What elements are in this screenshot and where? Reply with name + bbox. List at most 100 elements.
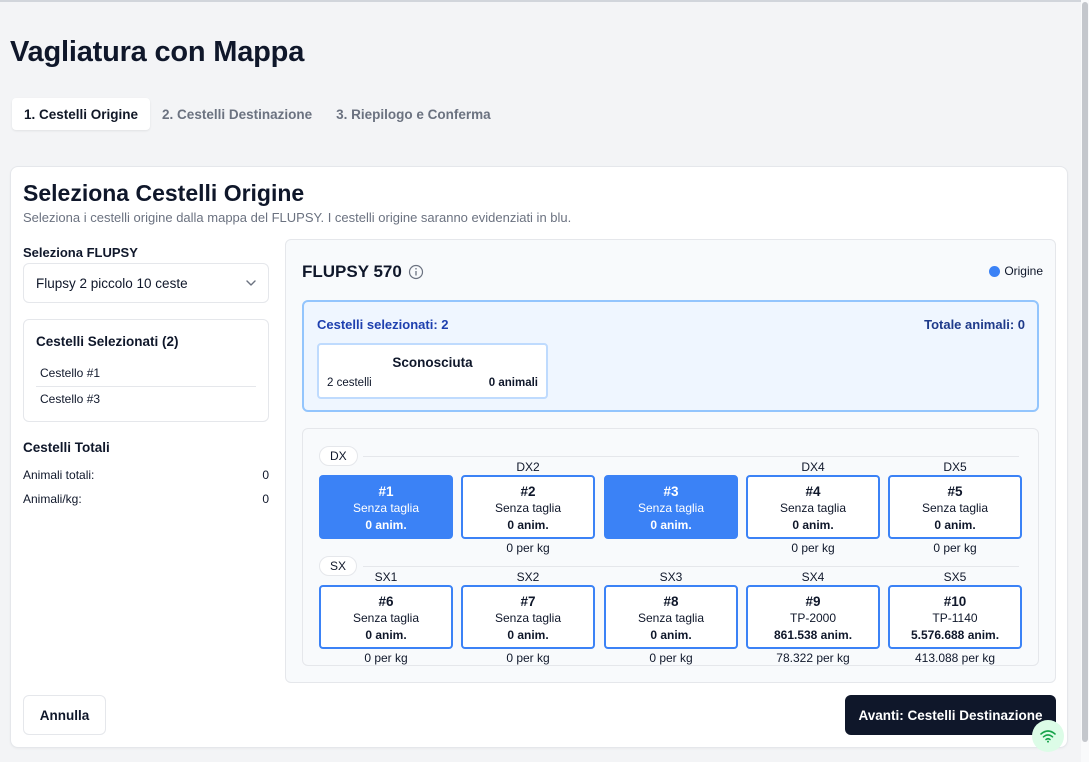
map-legend: Origine <box>989 264 1043 278</box>
basket-button[interactable]: #2 Senza taglia 0 anim. <box>461 475 595 539</box>
basket-size: Senza taglia <box>494 611 562 625</box>
size-group-count: 2 cestelli <box>327 377 372 389</box>
basket-per-kg: 0 per kg <box>506 651 550 665</box>
size-group-animals: 0 animali <box>488 377 538 389</box>
basket-animals: 0 anim. <box>792 518 834 532</box>
basket-animals: 0 anim. <box>365 518 407 532</box>
basket-position: SX5 <box>943 570 967 584</box>
selected-baskets-panel: Cestelli Selezionati (2) Cestello #1 Ces… <box>23 319 269 422</box>
basket-position: DX3 <box>659 460 683 474</box>
basket-size: Senza taglia <box>637 611 705 625</box>
basket-size: Senza taglia <box>494 501 562 515</box>
basket-button[interactable]: #9 TP-2000 861.538 anim. <box>746 585 880 649</box>
basket-button[interactable]: #1 Senza taglia 0 anim. <box>319 475 453 539</box>
basket-cell: DX2 #2 Senza taglia 0 anim. 0 per kg <box>461 459 595 556</box>
basket-button[interactable]: #3 Senza taglia 0 anim. <box>604 475 738 539</box>
selected-basket-item: Cestello #3 <box>36 386 256 411</box>
page-scrollbar[interactable] <box>1081 0 1089 762</box>
basket-cell: SX1 #6 Senza taglia 0 anim. 0 per kg <box>319 569 453 666</box>
animals-per-kg-value: 0 <box>262 492 269 506</box>
basket-number: #4 <box>805 484 821 499</box>
basket-animals: 0 anim. <box>507 628 549 642</box>
basket-number: #1 <box>378 484 394 499</box>
totals-title: Cestelli Totali <box>23 440 110 455</box>
basket-animals: 0 anim. <box>507 518 549 532</box>
map-title-text: FLUPSY 570 <box>302 262 402 281</box>
summary-selected-count: Cestelli selezionati: 2 <box>317 317 449 332</box>
basket-position: SX4 <box>801 570 825 584</box>
basket-button[interactable]: #7 Senza taglia 0 anim. <box>461 585 595 649</box>
selection-card: Seleziona Cestelli Origine Seleziona i c… <box>10 166 1068 748</box>
basket-animals: 0 anim. <box>365 628 407 642</box>
total-animals-row: Animali totali: 0 <box>23 468 269 482</box>
basket-per-kg: 0 per kg <box>364 541 408 555</box>
basket-number: #7 <box>520 594 536 609</box>
size-group-name: Sconosciuta <box>392 355 473 370</box>
flupsy-select[interactable]: Flupsy 2 piccolo 10 ceste <box>23 263 269 303</box>
step-tabs: 1. Cestelli Origine 2. Cestelli Destinaz… <box>10 96 505 132</box>
basket-size: Senza taglia <box>352 611 420 625</box>
basket-size: Senza taglia <box>637 501 705 515</box>
flupsy-select-label: Seleziona FLUPSY <box>23 245 138 260</box>
map-title: FLUPSY 570 <box>302 262 424 282</box>
basket-animals: 5.576.688 anim. <box>910 628 1000 642</box>
top-border <box>0 0 1089 2</box>
selected-basket-item: Cestello #1 <box>40 366 101 380</box>
basket-number: #10 <box>943 594 967 609</box>
origin-dot-icon <box>989 265 1001 277</box>
wifi-status-button[interactable] <box>1032 720 1064 752</box>
total-animals-value: 0 <box>262 468 269 482</box>
row-divider <box>363 566 1019 567</box>
basket-button[interactable]: #5 Senza taglia 0 anim. <box>888 475 1022 539</box>
basket-button[interactable]: #8 Senza taglia 0 anim. <box>604 585 738 649</box>
basket-size: Senza taglia <box>921 501 989 515</box>
basket-grid: DX SX DX1 #1 Senza taglia 0 anim. 0 per kg DX… <box>302 428 1039 666</box>
basket-cell: DX3 #3 Senza taglia 0 anim. 0 per kg <box>604 459 738 556</box>
tab-cestelli-destinazione[interactable]: 2. Cestelli Destinazione <box>150 98 324 130</box>
animals-per-kg-label: Animali/kg: <box>23 492 82 506</box>
basket-per-kg: 413.088 per kg <box>914 651 996 665</box>
legend-label: Origine <box>1004 264 1043 278</box>
summary-total-animals: Totale animali: 0 <box>924 317 1025 332</box>
basket-per-kg: 0 per kg <box>933 541 977 555</box>
basket-cell: SX3 #8 Senza taglia 0 anim. 0 per kg <box>604 569 738 666</box>
basket-position: DX2 <box>516 460 540 474</box>
scrollbar-thumb[interactable] <box>1082 2 1088 742</box>
basket-per-kg: 0 per kg <box>506 541 550 555</box>
basket-animals: 0 anim. <box>934 518 976 532</box>
basket-cell: DX4 #4 Senza taglia 0 anim. 0 per kg <box>746 459 880 556</box>
tab-riepilogo-conferma[interactable]: 3. Riepilogo e Conferma <box>324 98 503 130</box>
basket-animals: 0 anim. <box>650 628 692 642</box>
size-group-card: Sconosciuta 2 cestelli 0 animali <box>317 343 548 399</box>
basket-per-kg: 0 per kg <box>649 541 693 555</box>
basket-per-kg: 0 per kg <box>791 541 835 555</box>
basket-position: SX1 <box>374 570 398 584</box>
chevron-down-icon <box>246 280 256 286</box>
page-title: Vagliatura con Mappa <box>10 36 305 68</box>
basket-cell: SX2 #7 Senza taglia 0 anim. 0 per kg <box>461 569 595 666</box>
basket-position: SX2 <box>516 570 540 584</box>
basket-number: #3 <box>663 484 679 499</box>
tab-cestelli-origine[interactable]: 1. Cestelli Origine <box>12 98 151 130</box>
basket-number: #2 <box>520 484 536 499</box>
basket-cell: SX5 #10 TP-1140 5.576.688 anim. 413.088 per … <box>888 569 1022 666</box>
cancel-button[interactable]: Annulla <box>23 695 106 735</box>
info-icon[interactable] <box>408 264 424 280</box>
selected-baskets-list: Cestello #1 Cestello #3 <box>36 361 256 411</box>
basket-number: #8 <box>663 594 679 609</box>
basket-animals: 861.538 anim. <box>773 628 853 642</box>
basket-per-kg: 0 per kg <box>364 651 408 665</box>
basket-per-kg: 0 per kg <box>649 651 693 665</box>
selected-baskets-title: Cestelli Selezionati (2) <box>36 334 179 349</box>
basket-number: #5 <box>947 484 963 499</box>
next-button[interactable]: Avanti: Cestelli Destinazione <box>845 695 1056 735</box>
selection-summary: Cestelli selezionati: 2 Totale animali: … <box>302 300 1039 412</box>
basket-animals: 0 anim. <box>650 518 692 532</box>
basket-button[interactable]: #4 Senza taglia 0 anim. <box>746 475 880 539</box>
basket-number: #9 <box>805 594 821 609</box>
basket-button[interactable]: #6 Senza taglia 0 anim. <box>319 585 453 649</box>
basket-cell: DX5 #5 Senza taglia 0 anim. 0 per kg <box>888 459 1022 556</box>
basket-button[interactable]: #10 TP-1140 5.576.688 anim. <box>888 585 1022 649</box>
card-subtitle: Seleziona i cestelli origine dalla mappa… <box>23 210 572 225</box>
basket-cell: DX1 #1 Senza taglia 0 anim. 0 per kg <box>319 459 453 556</box>
